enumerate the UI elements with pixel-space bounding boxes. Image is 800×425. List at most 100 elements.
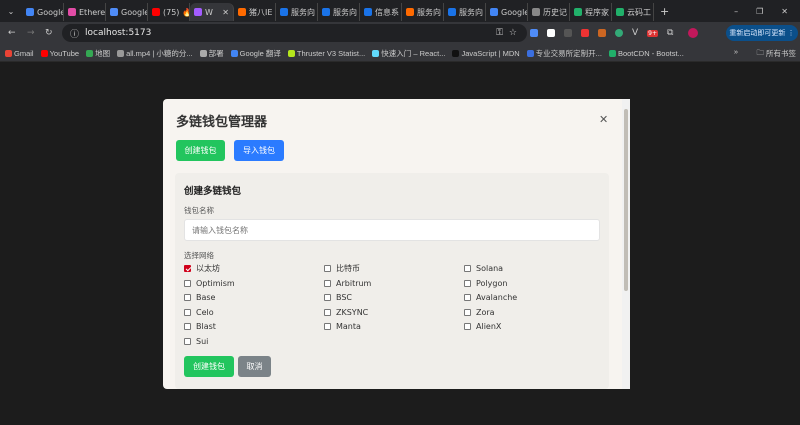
all-bookmarks[interactable]: 🗀 所有书签: [757, 44, 797, 62]
checkbox-icon[interactable]: [464, 308, 471, 316]
cancel-button[interactable]: 取消: [238, 356, 271, 377]
bookmark-item[interactable]: 快速入门 – React...: [372, 48, 445, 59]
checkbox-icon[interactable]: [184, 294, 191, 301]
checkbox-icon[interactable]: [184, 323, 191, 330]
network-checkbox[interactable]: 以太坊: [184, 264, 324, 273]
browser-tab[interactable]: 服务向: [276, 3, 318, 21]
checkbox-icon[interactable]: [324, 279, 331, 287]
network-checkbox[interactable]: AlienX: [464, 322, 604, 331]
profile-avatar[interactable]: [688, 28, 699, 38]
network-label: Optimism: [196, 278, 235, 288]
bookmark-item[interactable]: Gmail: [5, 49, 34, 58]
bookmark-label: 专业交易所定制开...: [535, 48, 602, 58]
checkbox-icon[interactable]: [184, 337, 191, 345]
network-checkbox[interactable]: BSC: [324, 293, 464, 302]
bookmark-item[interactable]: YouTube: [40, 49, 79, 58]
network-checkbox[interactable]: Blast: [184, 322, 324, 331]
browser-tab[interactable]: 信息系: [360, 3, 402, 21]
translate-extension-icon[interactable]: [530, 29, 538, 37]
extension-icon[interactable]: [581, 29, 589, 37]
network-checkbox[interactable]: Avalanche: [464, 293, 604, 302]
browser-tab[interactable]: 服务向: [318, 3, 360, 21]
tab-search-icon[interactable]: ⌄: [0, 7, 22, 16]
bookmark-item[interactable]: 部署: [199, 48, 224, 59]
vue-devtools-icon[interactable]: V: [632, 28, 638, 38]
browser-tab[interactable]: Ethere: [64, 3, 106, 21]
checkbox-icon[interactable]: [324, 265, 331, 272]
wallet-name-label: 钱包名称: [184, 206, 214, 215]
site-info-icon[interactable]: ⓘ: [70, 27, 79, 40]
restore-icon[interactable]: ❐: [756, 7, 763, 16]
network-checkbox[interactable]: Polygon: [464, 279, 604, 288]
back-icon[interactable]: ←: [8, 28, 16, 38]
forward-icon[interactable]: →: [27, 28, 35, 38]
notification-badge[interactable]: 9+: [647, 29, 659, 37]
network-checkbox[interactable]: Celo: [184, 308, 324, 317]
network-checkbox[interactable]: Arbitrum: [324, 279, 464, 288]
browser-tab[interactable]: 猪八IE: [234, 3, 276, 21]
browser-tab[interactable]: Google: [486, 3, 528, 21]
close-icon[interactable]: ✕: [599, 113, 608, 126]
more-bookmarks-icon[interactable]: »: [734, 47, 738, 56]
network-checkbox[interactable]: Base: [184, 293, 324, 302]
extensions-puzzle-icon[interactable]: ⧉: [667, 28, 673, 38]
extension-icon[interactable]: [564, 29, 572, 37]
bookmark-item[interactable]: all.mp4 | 小糖的分...: [117, 48, 193, 59]
extension-icon[interactable]: [615, 29, 623, 37]
submit-create-button[interactable]: 创建钱包: [184, 356, 234, 377]
bookmark-item[interactable]: 地图: [86, 48, 110, 59]
network-label: Polygon: [476, 278, 508, 288]
network-label: 比特币: [336, 264, 360, 273]
browser-tab[interactable]: 服务向: [444, 3, 486, 21]
browser-tab[interactable]: Google: [106, 3, 148, 21]
import-wallet-tab[interactable]: 导入钱包: [234, 140, 284, 161]
browser-tab[interactable]: (75) 🔥: [148, 3, 190, 21]
browser-tab[interactable]: Google: [22, 3, 64, 21]
checkbox-icon[interactable]: [324, 323, 331, 330]
network-checkbox[interactable]: ZKSYNC: [324, 308, 464, 317]
network-checkbox[interactable]: Zora: [464, 308, 604, 317]
network-checkbox[interactable]: Manta: [324, 322, 464, 331]
checkbox-icon[interactable]: [184, 265, 191, 272]
checkbox-icon[interactable]: [184, 279, 191, 287]
bookmark-item[interactable]: Thruster V3 Statist...: [287, 49, 365, 58]
extension-icon[interactable]: [547, 29, 555, 37]
checkbox-icon[interactable]: [464, 279, 471, 287]
new-tab-button[interactable]: +: [660, 5, 669, 18]
browser-tab[interactable]: 云码工: [612, 3, 654, 21]
network-checkbox[interactable]: Sui: [184, 337, 324, 346]
extension-icon[interactable]: [598, 29, 606, 37]
network-checkbox[interactable]: Optimism: [184, 279, 324, 288]
checkbox-icon[interactable]: [324, 308, 331, 316]
network-checkbox[interactable]: Solana: [464, 264, 604, 273]
browser-tab[interactable]: 程序家: [570, 3, 612, 21]
close-window-icon[interactable]: ✕: [781, 7, 788, 16]
bookmarks-bar: Gmail YouTube 地图 all.mp4 | 小糖的分... 部署 Google …: [0, 44, 800, 62]
update-button[interactable]: 重新启动即可更新 ⋮: [726, 25, 798, 41]
close-tab-icon[interactable]: ✕: [222, 8, 229, 17]
browser-tab[interactable]: 历史记: [528, 3, 570, 21]
browser-tab[interactable]: W ✕: [190, 3, 234, 21]
checkbox-icon[interactable]: [464, 294, 471, 301]
network-checkbox[interactable]: 比特币: [324, 264, 464, 273]
bookmark-item[interactable]: Google 翻译: [230, 48, 281, 59]
checkbox-icon[interactable]: [464, 323, 471, 330]
bookmark-favicon-icon: [117, 49, 125, 57]
bookmark-item[interactable]: JavaScript | MDN: [452, 49, 520, 58]
create-wallet-tab[interactable]: 创建钱包: [176, 140, 225, 161]
bookmark-star-icon[interactable]: ☆: [509, 28, 517, 38]
browser-tab[interactable]: 服务向: [402, 3, 444, 21]
checkbox-icon[interactable]: [324, 294, 331, 301]
reload-icon[interactable]: ↻: [45, 28, 53, 38]
checkbox-icon[interactable]: [184, 308, 191, 316]
checkbox-icon[interactable]: [464, 265, 471, 272]
address-bar[interactable]: ⓘ localhost:5173 ⚿ ☆: [62, 24, 527, 42]
bookmark-item[interactable]: 专业交易所定制开...: [526, 48, 602, 59]
scrollbar-thumb[interactable]: [624, 109, 628, 291]
password-key-icon[interactable]: ⚿: [496, 28, 503, 38]
modal-scrollbar[interactable]: [622, 99, 630, 389]
all-bookmarks-label: 所有书签: [766, 48, 796, 58]
bookmark-item[interactable]: BootCDN - Bootst...: [608, 49, 684, 58]
wallet-name-input[interactable]: [184, 219, 600, 241]
minimize-icon[interactable]: –: [734, 7, 738, 16]
